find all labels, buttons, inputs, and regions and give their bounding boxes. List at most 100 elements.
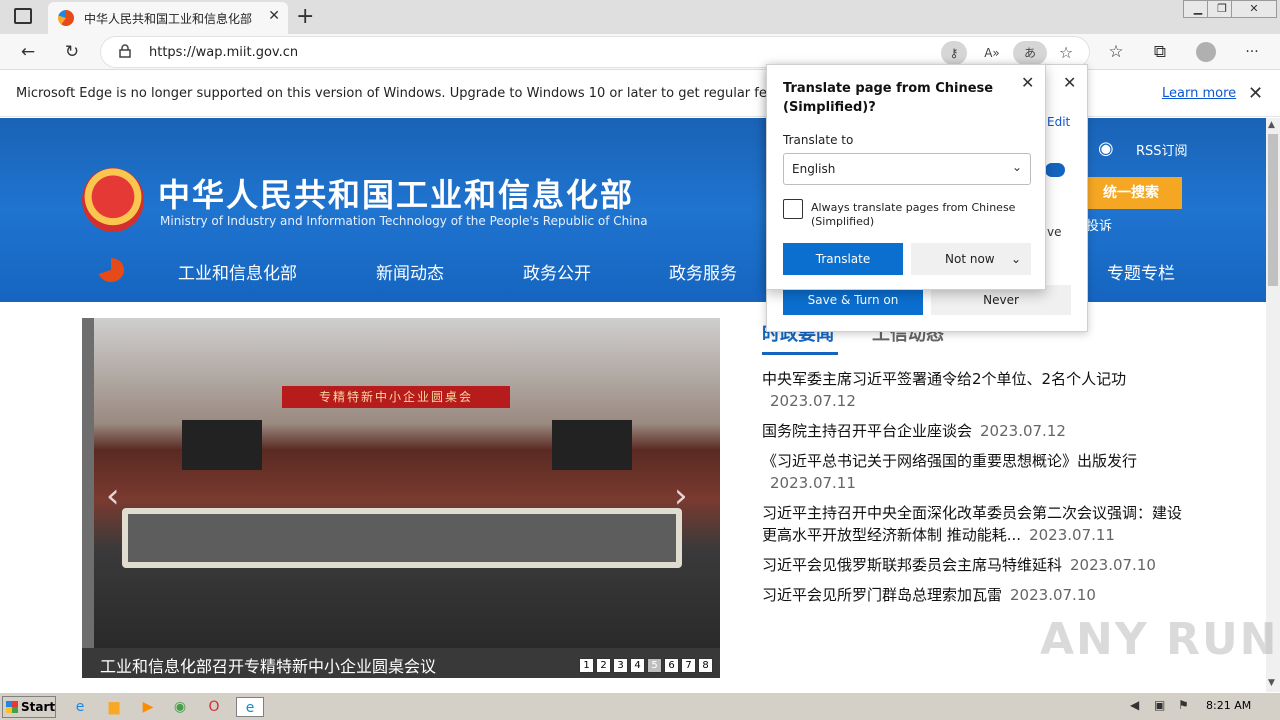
key-icon[interactable]: ⚷ [941,41,967,65]
news-item[interactable]: 国务院主持召开平台企业座谈会 2023.07.12 [762,420,1182,442]
news-date: 2023.07.12 [980,422,1066,440]
browser-tab[interactable]: 中华人民共和国工业和信息化部 ✕ [48,2,288,34]
scroll-thumb[interactable] [1268,134,1278,286]
ie-icon[interactable]: e [68,697,92,717]
infobar-message: Microsoft Edge is no longer supported on… [16,86,830,101]
unsupported-os-infobar: Microsoft Edge is no longer supported on… [0,71,1280,117]
complaint-link[interactable]: 投诉 [1086,215,1112,234]
reload-icon[interactable]: ↻ [60,40,84,64]
nav-home-logo-icon[interactable] [98,258,124,282]
slide-pager: 1 2 3 4 5 6 7 8 [579,658,713,673]
chevron-down-icon: ⌄ [1011,252,1022,266]
language-select[interactable]: English ⌄ [783,153,1031,185]
news-title[interactable]: 《习近平总书记关于网络强国的重要思想概论》出版发行 [762,452,1137,470]
tab-actions-icon[interactable] [14,8,32,24]
read-aloud-icon[interactable]: A» [979,41,1005,65]
news-item[interactable]: 习近平主持召开中央全面深化改革委员会第二次会议强调：建设更高水平开放型经济新体制… [762,502,1182,546]
news-slideshow[interactable]: 专精特新中小企业圆桌会 ‹ › 工业和信息化部召开专精特新中小企业圆桌会议 1 … [82,318,720,678]
more-menu-icon[interactable]: ··· [1240,40,1264,64]
nav-item-public-affairs[interactable]: 政务公开 [523,259,591,284]
news-item[interactable]: 习近平会见俄罗斯联邦委员会主席马特维延科 2023.07.10 [762,554,1182,576]
translate-close-icon[interactable]: ✕ [1021,73,1034,92]
weibo-icon[interactable]: ◉ [1098,138,1126,159]
slide-page-button[interactable]: 8 [698,658,713,673]
slide-page-button[interactable]: 4 [630,658,645,673]
slide-page-button[interactable]: 6 [664,658,679,673]
nav-item-topics[interactable]: 专题专栏 [1107,259,1175,284]
nav-item-news[interactable]: 新闻动态 [376,259,444,284]
scroll-down-icon[interactable]: ▼ [1268,678,1275,688]
nav-item-ministry[interactable]: 工业和信息化部 [178,259,297,284]
media-player-icon[interactable]: ▶ [136,697,160,717]
page-scrollbar[interactable]: ▲ ▼ [1266,118,1280,692]
slide-page-button-active[interactable]: 5 [647,658,662,673]
slide-page-button[interactable]: 7 [681,658,696,673]
tab-strip: 中华人民共和国工业和信息化部 ✕ + ▁ ❐ ✕ [0,0,1280,34]
news-date: 2023.07.11 [770,474,856,492]
translate-button[interactable]: Translate [783,243,903,275]
chevron-down-icon: ⌄ [1011,160,1022,174]
slide-caption[interactable]: 工业和信息化部召开专精特新中小企业圆桌会议 [100,653,436,677]
translate-popup: Translate page from Chinese (Simplified)… [766,64,1046,290]
site-title-en: Ministry of Industry and Information Tec… [160,214,648,228]
infobar-close-icon[interactable]: ✕ [1248,83,1263,104]
language-select-value: English [792,162,836,176]
national-emblem-icon [82,168,144,232]
news-date: 2023.07.10 [1070,556,1156,574]
news-item[interactable]: 《习近平总书记关于网络强国的重要思想概论》出版发行 2023.07.11 [762,450,1182,494]
tab-close-icon[interactable]: ✕ [268,8,280,24]
nav-item-services[interactable]: 政务服务 [669,259,737,284]
chrome-icon[interactable]: ◉ [168,697,192,717]
news-item[interactable]: 中央军委主席习近平签署通令给2个单位、2名个人记功 2023.07.12 [762,368,1182,412]
anyrun-watermark: ANY RUN [1040,614,1279,665]
slide-next-icon[interactable]: › [674,476,688,516]
always-translate-label[interactable]: Always translate pages from Chinese (Sim… [811,201,1031,229]
not-now-button[interactable]: Not now ⌄ [911,243,1031,275]
back-icon[interactable]: ← [16,40,40,64]
translate-toggle[interactable] [1045,163,1065,177]
tab-title: 中华人民共和国工业和信息化部 [84,12,253,26]
translate-to-label: Translate to [783,133,854,147]
slide-page-button[interactable]: 2 [596,658,611,673]
volume-icon[interactable]: ◀ [1130,698,1139,712]
slide-prev-icon[interactable]: ‹ [106,476,120,516]
close-window-button[interactable]: ✕ [1231,0,1277,18]
scroll-up-icon[interactable]: ▲ [1268,120,1275,130]
news-title[interactable]: 习近平会见俄罗斯联邦委员会主席马特维延科 [762,556,1062,574]
active-tab-underline [762,352,838,355]
news-title[interactable]: 中央军委主席习近平签署通令给2个单位、2名个人记功 [762,370,1126,388]
news-date: 2023.07.11 [1029,526,1115,544]
news-item[interactable]: 习近平会见所罗门群岛总理索加瓦雷 2023.07.10 [762,584,1182,606]
always-translate-checkbox[interactable] [783,199,803,219]
learn-more-link[interactable]: Learn more [1162,86,1236,101]
flag-icon[interactable]: ⚑ [1178,698,1189,712]
slide-screen-right [552,420,632,470]
unified-search-button[interactable]: 统一搜索 [1080,177,1182,209]
rss-link[interactable]: RSS订阅 [1136,140,1188,159]
windows-flag-icon [6,701,18,713]
start-button[interactable]: Start [2,696,56,718]
folder-icon[interactable]: ▆ [102,697,126,717]
news-title[interactable]: 国务院主持召开平台企业座谈会 [762,422,972,440]
lock-icon[interactable] [119,44,131,58]
translate-icon[interactable]: あ [1013,41,1047,65]
opera-icon[interactable]: O [202,697,226,717]
slide-page-button[interactable]: 3 [613,658,628,673]
edge-icon[interactable]: e [236,697,264,717]
profile-avatar[interactable] [1196,42,1216,62]
slide-screen-left [182,420,262,470]
news-title[interactable]: 习近平主持召开中央全面深化改革委员会第二次会议强调：建设更高水平开放型经济新体制… [762,504,1182,544]
news-date: 2023.07.12 [770,392,856,410]
translate-edit-link[interactable]: Edit [1047,115,1070,129]
slide-page-button[interactable]: 1 [579,658,594,673]
url-text[interactable]: https://wap.miit.gov.cn [149,45,298,60]
translate-behind-close-icon[interactable]: ✕ [1063,73,1076,92]
add-favorite-icon[interactable]: ☆ [1053,41,1079,65]
favorites-icon[interactable]: ☆ [1104,40,1128,64]
collections-icon[interactable]: ⧉ [1148,40,1172,64]
new-tab-button[interactable]: + [296,4,314,29]
network-icon[interactable]: ▣ [1154,698,1165,712]
taskbar: Start e ▆ ▶ ◉ O e ◀ ▣ ⚑ 8:21 AM [0,692,1280,720]
taskbar-clock: 8:21 AM [1206,699,1252,712]
news-title[interactable]: 习近平会见所罗门群岛总理索加瓦雷 [762,586,1002,604]
